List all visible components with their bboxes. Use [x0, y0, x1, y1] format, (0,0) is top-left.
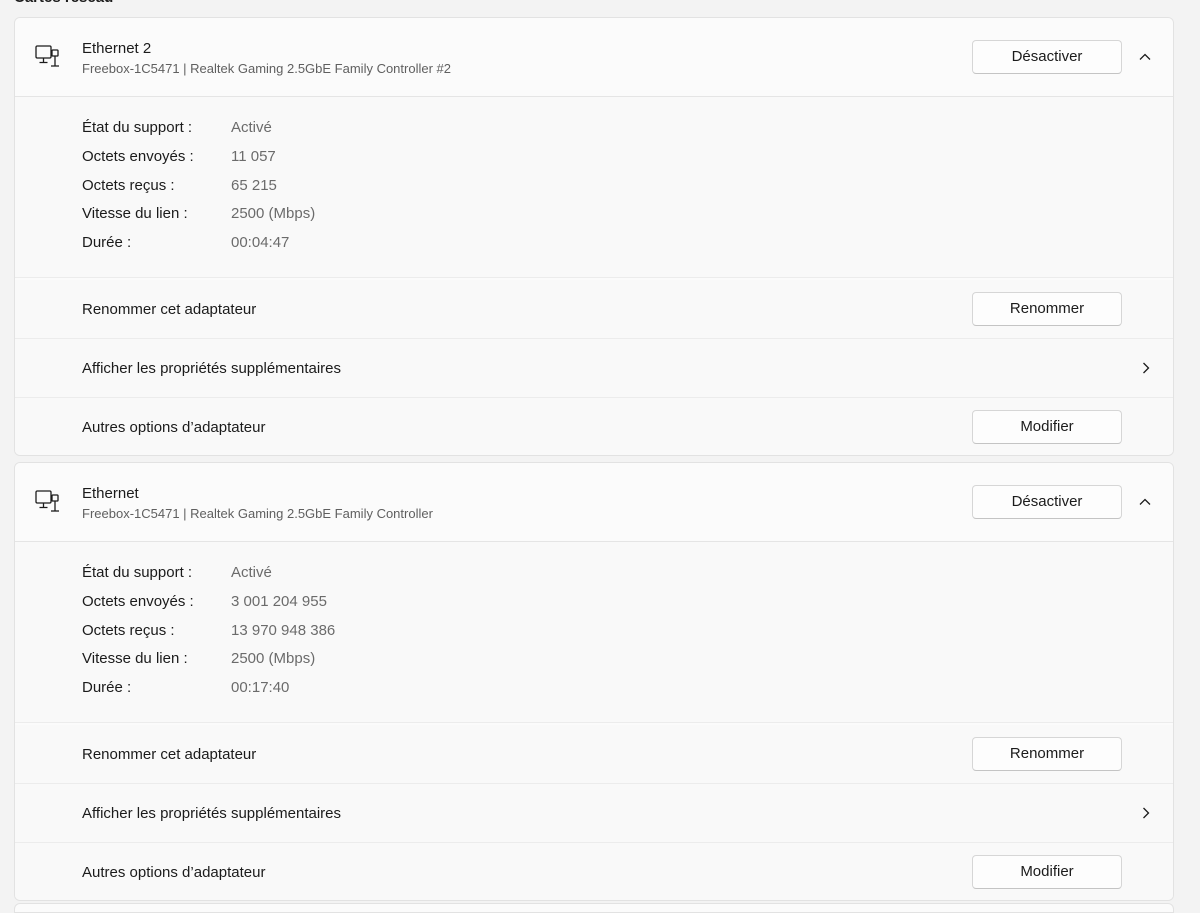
detail-value: 2500 (Mbps) — [231, 205, 316, 222]
more-options-label: Autres options d’adaptateur — [82, 419, 266, 436]
detail-value: Activé — [231, 564, 272, 581]
adapter-header[interactable]: Ethernet Freebox-1C5471 | Realtek Gaming… — [15, 463, 1173, 542]
detail-value: 00:04:47 — [231, 234, 290, 251]
adapter-card-ethernet-2: Ethernet 2 Freebox-1C5471 | Realtek Gami… — [14, 17, 1174, 456]
detail-label: Octets reçus : — [82, 177, 175, 194]
properties-label: Afficher les propriétés supplémentaires — [82, 360, 342, 377]
chevron-up-icon[interactable] — [1137, 494, 1153, 510]
detail-value: 00:17:40 — [231, 679, 290, 696]
detail-label: Durée : — [82, 234, 132, 251]
chevron-right-icon — [1143, 807, 1150, 819]
detail-label: Octets envoyés : — [82, 148, 194, 165]
detail-label: Octets reçus : — [82, 622, 175, 639]
detail-value: 2500 (Mbps) — [231, 650, 316, 667]
adapter-header[interactable]: Ethernet 2 Freebox-1C5471 | Realtek Gami… — [15, 18, 1173, 97]
more-options-label: Autres options d’adaptateur — [82, 864, 266, 881]
detail-label: Octets envoyés : — [82, 593, 194, 610]
rename-button[interactable]: Renommer — [972, 737, 1122, 771]
ethernet-computer-icon — [35, 490, 59, 512]
detail-label: Vitesse du lien : — [82, 205, 188, 222]
rename-label: Renommer cet adaptateur — [82, 301, 257, 318]
rename-button[interactable]: Renommer — [972, 292, 1122, 326]
detail-value: 11 057 — [231, 148, 276, 165]
section-title: Cartes réseau — [14, 0, 113, 8]
chevron-right-icon — [1143, 362, 1150, 374]
adapter-details: État du support : Activé Octets envoyés … — [15, 542, 1173, 723]
rename-row: Renommer cet adaptateur Renommer — [15, 280, 1173, 339]
adapter-name: Ethernet 2 — [82, 40, 152, 57]
detail-label: Durée : — [82, 679, 132, 696]
detail-value: 3 001 204 955 — [231, 593, 327, 610]
detail-value: 65 215 — [231, 177, 277, 194]
adapter-card-ethernet: Ethernet Freebox-1C5471 | Realtek Gaming… — [14, 462, 1174, 901]
next-card-edge — [14, 903, 1174, 913]
disable-button[interactable]: Désactiver — [972, 485, 1122, 519]
properties-row[interactable]: Afficher les propriétés supplémentaires — [15, 339, 1173, 398]
more-options-row: Autres options d’adaptateur Modifier — [15, 398, 1173, 455]
disable-button[interactable]: Désactiver — [972, 40, 1122, 74]
adapter-description: Freebox-1C5471 | Realtek Gaming 2.5GbE F… — [82, 506, 433, 521]
modify-button[interactable]: Modifier — [972, 410, 1122, 444]
adapter-name: Ethernet — [82, 485, 139, 502]
ethernet-computer-icon — [35, 45, 59, 67]
rename-row: Renommer cet adaptateur Renommer — [15, 725, 1173, 784]
detail-label: Vitesse du lien : — [82, 650, 188, 667]
adapter-description: Freebox-1C5471 | Realtek Gaming 2.5GbE F… — [82, 61, 451, 76]
modify-button[interactable]: Modifier — [972, 855, 1122, 889]
detail-value: 13 970 948 386 — [231, 622, 336, 639]
properties-label: Afficher les propriétés supplémentaires — [82, 805, 342, 822]
chevron-up-icon[interactable] — [1137, 49, 1153, 65]
adapter-details: État du support : Activé Octets envoyés … — [15, 97, 1173, 278]
detail-value: Activé — [231, 119, 272, 136]
detail-label: État du support : — [82, 119, 193, 136]
rename-label: Renommer cet adaptateur — [82, 746, 257, 763]
detail-label: État du support : — [82, 564, 193, 581]
properties-row[interactable]: Afficher les propriétés supplémentaires — [15, 784, 1173, 843]
more-options-row: Autres options d’adaptateur Modifier — [15, 843, 1173, 900]
